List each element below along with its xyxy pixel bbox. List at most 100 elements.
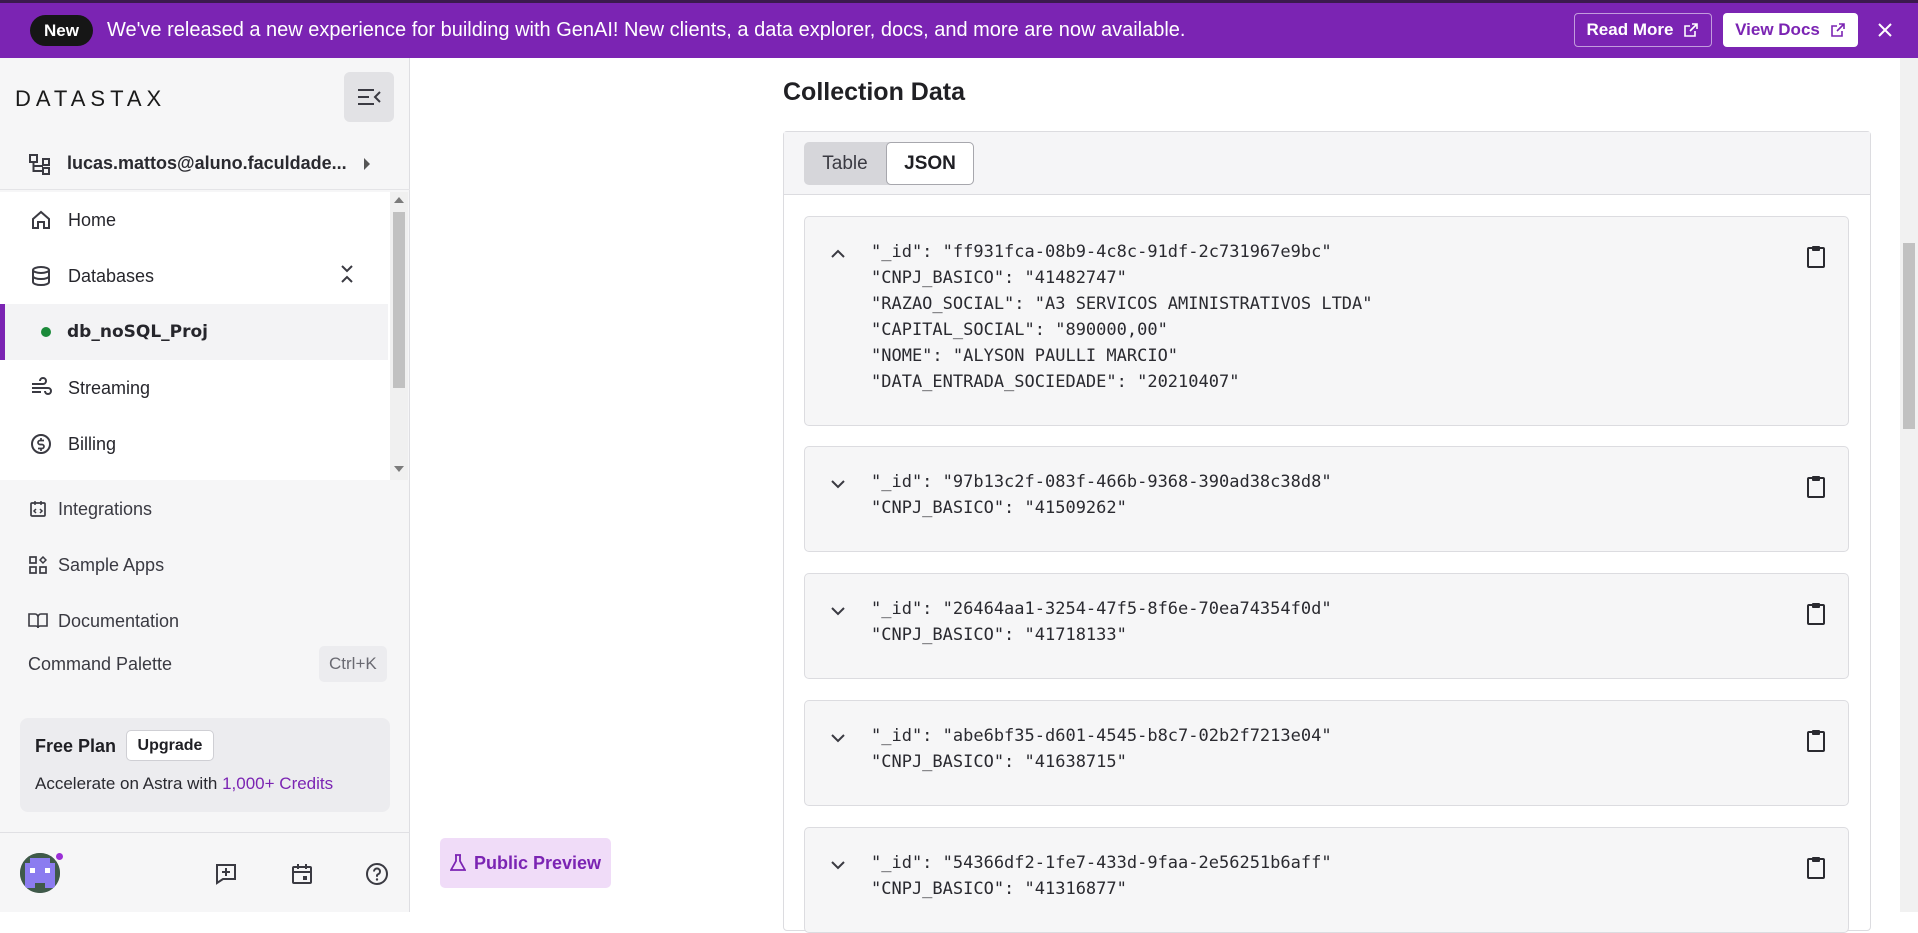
nav-item-streaming[interactable]: Streaming — [0, 360, 388, 416]
nav-item-sample-apps[interactable]: Sample Apps — [0, 540, 400, 590]
chevron-down-icon — [831, 734, 845, 743]
database-icon — [28, 263, 54, 289]
expand-document-button[interactable] — [827, 727, 849, 749]
close-icon — [1878, 23, 1892, 37]
dollar-icon — [28, 431, 54, 457]
expand-document-button[interactable] — [827, 473, 849, 495]
json-document: "_id": "54366df2-1fe7-433d-9faa-2e56251b… — [804, 827, 1849, 933]
new-badge: New — [30, 15, 93, 46]
json-line: "_id": "54366df2-1fe7-433d-9faa-2e56251b… — [871, 853, 1332, 873]
json-line: "NOME": "ALYSON PAULLI MARCIO" — [871, 346, 1179, 366]
json-line: "CNPJ_BASICO": "41482747" — [871, 268, 1127, 288]
json-document: "_id": "ff931fca-08b9-4c8c-91df-2c731967… — [804, 216, 1849, 426]
json-line: "_id": "ff931fca-08b9-4c8c-91df-2c731967… — [871, 242, 1332, 262]
expand-document-button[interactable] — [827, 600, 849, 622]
nav-label: Integrations — [58, 498, 153, 519]
clipboard-icon[interactable] — [1805, 475, 1827, 499]
notification-dot — [54, 851, 65, 862]
json-line: "RAZAO_SOCIAL": "A3 SERVICOS AMINISTRATI… — [871, 294, 1373, 314]
book-icon — [28, 611, 48, 631]
public-preview-label: Public Preview — [473, 852, 602, 873]
nav-item-databases[interactable]: Databases — [0, 248, 388, 304]
apps-icon — [28, 555, 48, 575]
feedback-button[interactable] — [213, 861, 239, 887]
json-document: "_id": "97b13c2f-083f-466b-9368-390ad38c… — [804, 446, 1849, 552]
json-line: "CNPJ_BASICO": "41509262" — [871, 498, 1127, 518]
org-tree-icon — [29, 153, 50, 175]
json-line: "_id": "abe6bf35-d601-4545-b8c7-02b2f721… — [871, 726, 1332, 746]
upgrade-button[interactable]: Upgrade — [126, 730, 214, 761]
help-icon — [366, 863, 388, 885]
close-banner-button[interactable] — [1870, 15, 1900, 45]
nav-item-integrations[interactable]: Integrations — [0, 484, 400, 534]
clipboard-icon[interactable] — [1805, 245, 1827, 269]
scroll-up-arrow[interactable] — [394, 197, 404, 203]
sidebar: DATASTAX lucas.mattos@aluno.faculdade...… — [0, 58, 410, 912]
document-json: "_id": "ff931fca-08b9-4c8c-91df-2c731967… — [871, 239, 1373, 395]
tab-table[interactable]: Table — [804, 142, 886, 185]
organization-selector[interactable]: lucas.mattos@aluno.faculdade... — [0, 138, 410, 190]
nav-label: Documentation — [58, 610, 180, 631]
flask-icon — [449, 854, 466, 871]
scroll-down-arrow[interactable] — [394, 466, 404, 472]
plan-desc-text: Accelerate on Astra with — [35, 774, 223, 793]
home-icon — [28, 207, 54, 233]
document-json: "_id": "97b13c2f-083f-466b-9368-390ad38c… — [871, 469, 1332, 521]
command-palette[interactable]: Command Palette Ctrl+K — [0, 644, 400, 684]
nav-label: Databases — [68, 265, 155, 286]
nav-item-db-noSQL-proj[interactable]: db_noSQL_Proj — [0, 304, 388, 360]
clipboard-icon[interactable] — [1805, 856, 1827, 880]
nav-label: Sample Apps — [58, 554, 165, 575]
json-document: "_id": "26464aa1-3254-47f5-8f6e-70ea7435… — [804, 573, 1849, 679]
read-more-label: Read More — [1586, 20, 1674, 39]
tab-json[interactable]: JSON — [886, 142, 974, 185]
plan-description: Accelerate on Astra with 1,000+ Credits — [35, 774, 333, 794]
clipboard-icon[interactable] — [1805, 602, 1827, 626]
feedback-icon — [216, 864, 236, 885]
chevron-down-icon — [831, 480, 845, 489]
view-docs-label: View Docs — [1735, 20, 1820, 39]
collapse-document-button[interactable] — [827, 243, 849, 265]
view-docs-button[interactable]: View Docs — [1723, 13, 1858, 47]
sidebar-footer — [0, 832, 410, 912]
streaming-icon — [28, 375, 54, 401]
collapse-chevron-icon[interactable] — [340, 264, 354, 284]
collapse-sidebar-button[interactable] — [344, 72, 394, 122]
scroll-thumb[interactable] — [1903, 243, 1915, 429]
public-preview-badge[interactable]: Public Preview — [440, 838, 611, 888]
datastax-logo[interactable]: DATASTAX — [15, 86, 166, 112]
nav-item-billing[interactable]: Billing — [0, 416, 388, 472]
json-line: "CAPITAL_SOCIAL": "890000,00" — [871, 320, 1168, 340]
external-link-icon — [1831, 23, 1845, 37]
json-line: "_id": "26464aa1-3254-47f5-8f6e-70ea7435… — [871, 599, 1332, 619]
document-json: "_id": "abe6bf35-d601-4545-b8c7-02b2f721… — [871, 723, 1332, 775]
status-dot — [41, 327, 51, 337]
json-document: "_id": "abe6bf35-d601-4545-b8c7-02b2f721… — [804, 700, 1849, 806]
view-toggle: Table JSON — [804, 142, 974, 185]
main-scrollbar[interactable] — [1900, 58, 1918, 912]
nav-label: Streaming — [68, 377, 151, 398]
document-json: "_id": "26464aa1-3254-47f5-8f6e-70ea7435… — [871, 596, 1332, 648]
plan-card: Free Plan Upgrade Accelerate on Astra wi… — [20, 718, 390, 812]
caret-right-icon — [364, 158, 370, 170]
chevron-down-icon — [831, 861, 845, 870]
expand-document-button[interactable] — [827, 854, 849, 876]
credits-link[interactable]: 1,000+ Credits — [222, 774, 333, 793]
read-more-button[interactable]: Read More — [1574, 13, 1712, 47]
json-line: "CNPJ_BASICO": "41638715" — [871, 752, 1127, 772]
keyboard-shortcut: Ctrl+K — [319, 646, 387, 682]
clipboard-icon[interactable] — [1805, 729, 1827, 753]
page-title: Collection Data — [783, 78, 965, 106]
calendar-button[interactable] — [289, 861, 315, 887]
command-palette-label: Command Palette — [28, 653, 173, 674]
json-line: "DATA_ENTRADA_SOCIEDADE": "20210407" — [871, 372, 1240, 392]
sidebar-scrollbar[interactable] — [390, 192, 408, 480]
main-content: Collection Data Table JSON "_id": "ff931… — [410, 58, 1900, 933]
help-button[interactable] — [364, 861, 390, 887]
primary-nav: Home Databases db_noSQL_Proj Streaming B… — [0, 192, 390, 480]
nav-item-documentation[interactable]: Documentation — [0, 596, 400, 646]
announcement-banner: New We've released a new experience for … — [0, 0, 1918, 58]
chevron-up-icon — [831, 249, 845, 258]
nav-item-home[interactable]: Home — [0, 192, 388, 248]
scroll-thumb[interactable] — [393, 212, 405, 388]
